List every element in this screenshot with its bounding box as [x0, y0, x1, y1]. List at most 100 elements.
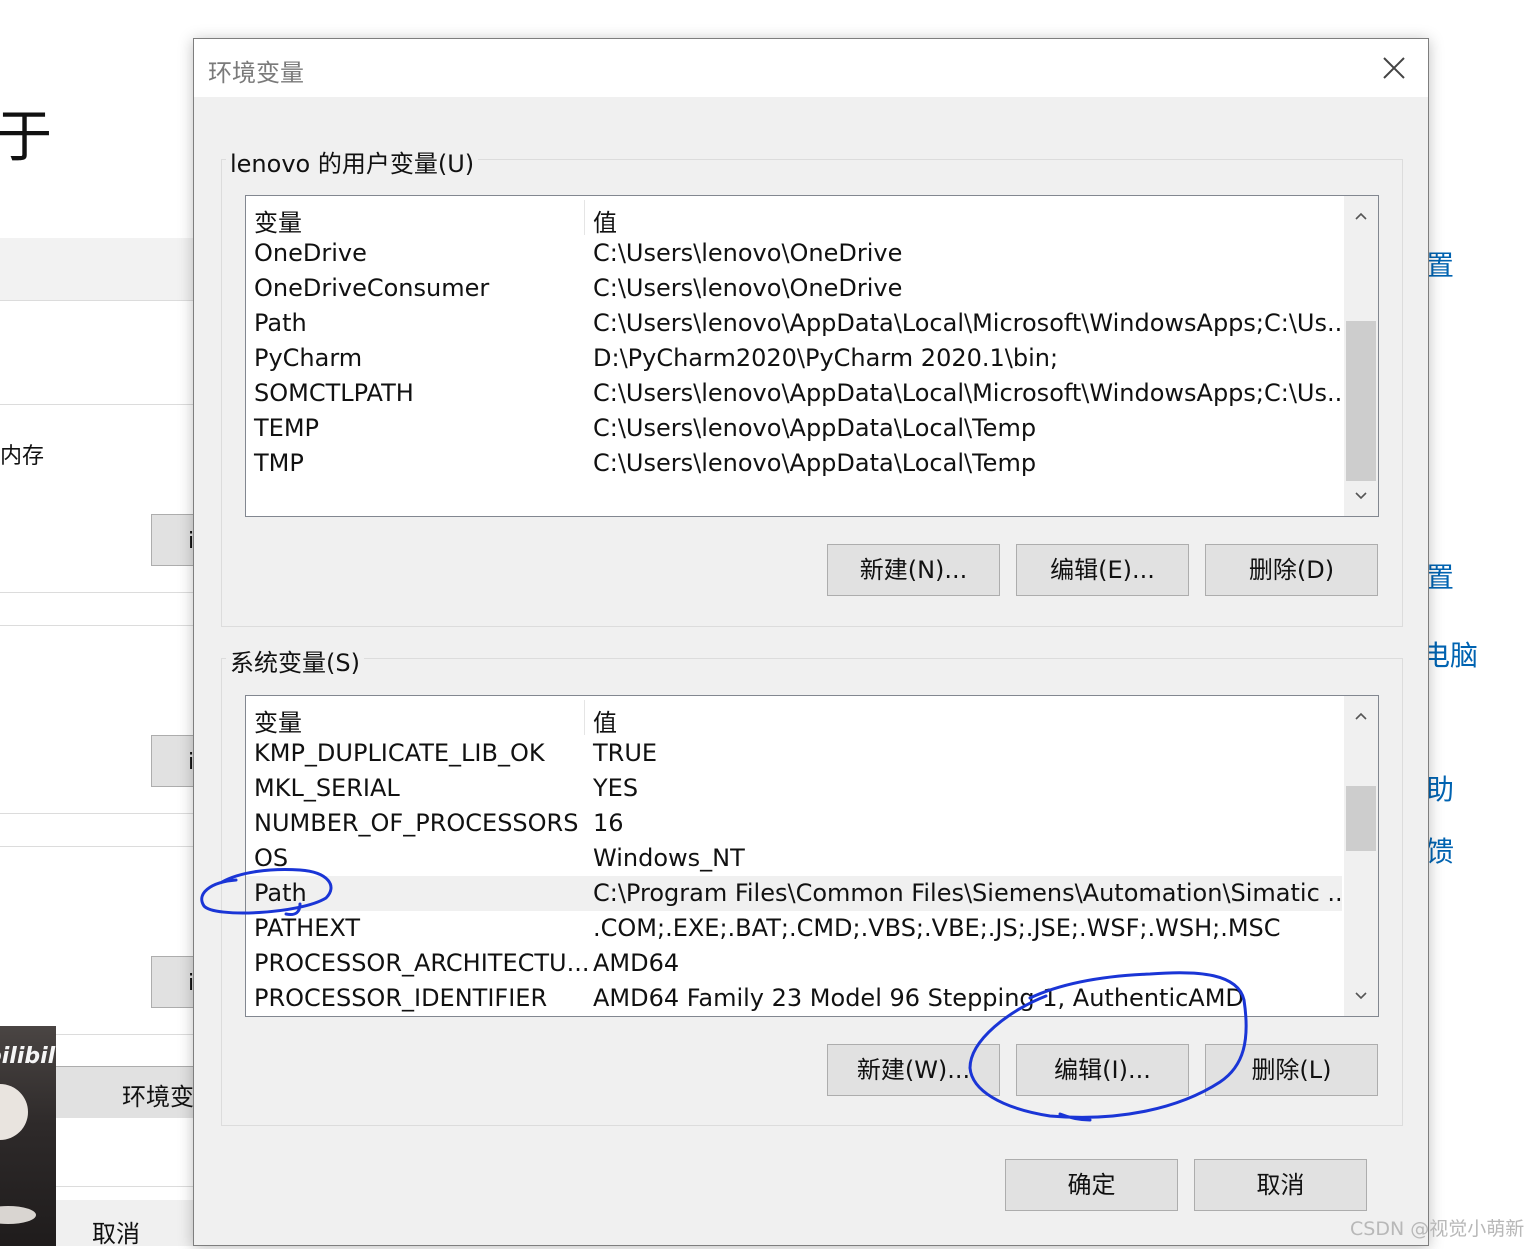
watermark: CSDN @视觉小萌新 — [1350, 1218, 1525, 1240]
divider — [0, 625, 196, 626]
column-divider[interactable] — [584, 200, 585, 235]
env-vars-dialog: 环境变量 lenovo 的用户变量(U) 变量 值 OneDrive C:\Us… — [193, 38, 1429, 1246]
table-row[interactable]: PROCESSOR_ARCHITECTU... AMD64 — [246, 946, 1342, 981]
table-row[interactable]: MKL_SERIAL YES — [246, 771, 1342, 806]
variable-value: C:\Users\lenovo\OneDrive — [593, 274, 903, 302]
variable-value: C:\Users\lenovo\AppData\Local\Temp — [593, 414, 1037, 442]
background-memory-label: 内存 — [0, 444, 45, 469]
divider — [0, 592, 196, 593]
variable-name: PyCharm — [254, 344, 363, 372]
variable-value: Windows_NT — [593, 844, 745, 872]
close-button[interactable] — [1360, 39, 1428, 97]
divider — [0, 813, 196, 814]
variable-name: MKL_SERIAL — [254, 774, 400, 802]
scroll-thumb[interactable] — [1346, 321, 1376, 481]
variable-value: D:\PyCharm2020\PyCharm 2020.1\bin; — [593, 344, 1059, 372]
vertical-scrollbar[interactable] — [1344, 196, 1378, 516]
table-row[interactable]: OneDriveConsumer C:\Users\lenovo\OneDriv… — [246, 271, 1342, 306]
divider — [0, 300, 196, 301]
user-variables-group: lenovo 的用户变量(U) 变量 值 OneDrive C:\Users\l… — [221, 144, 1403, 627]
system-variables-list[interactable]: 变量 值 KMP_DUPLICATE_LIB_OK TRUE MKL_SERIA… — [245, 695, 1379, 1017]
table-row[interactable]: Path C:\Users\lenovo\AppData\Local\Micro… — [246, 306, 1350, 341]
column-header-variable[interactable]: 变量 — [254, 703, 302, 738]
variable-value: C:\Users\lenovo\AppData\Local\Temp — [593, 449, 1037, 477]
system-edit-button[interactable]: 编辑(I)... — [1016, 1044, 1189, 1096]
right-link-feedback[interactable]: 馈 — [1426, 830, 1454, 870]
scroll-up-button[interactable] — [1344, 698, 1378, 734]
system-new-button[interactable]: 新建(W)... — [827, 1044, 1000, 1096]
divider — [0, 404, 196, 405]
variable-value: YES — [593, 774, 639, 802]
right-link-help[interactable]: 助 — [1426, 768, 1454, 808]
variable-name: OneDriveConsumer — [254, 274, 490, 302]
variable-name: OS — [254, 844, 289, 872]
background-title-fragment: 于 — [0, 105, 52, 170]
table-row[interactable]: OneDrive C:\Users\lenovo\OneDrive — [246, 236, 1342, 271]
scroll-down-button[interactable] — [1344, 478, 1378, 514]
user-edit-button[interactable]: 编辑(E)... — [1016, 544, 1189, 596]
variable-name: OneDrive — [254, 239, 367, 267]
background-band — [0, 238, 196, 300]
video-overlay-thumbnail: bilibili — [0, 1026, 56, 1246]
variable-name: PROCESSOR_ARCHITECTU... — [254, 949, 590, 977]
right-link-settings[interactable]: 置 — [1426, 244, 1454, 284]
table-row[interactable]: PROCESSOR_IDENTIFIER AMD64 Family 23 Mod… — [246, 981, 1342, 1016]
column-header-value[interactable]: 值 — [593, 703, 617, 738]
chevron-down-icon — [1355, 992, 1367, 1000]
system-variables-label: 系统变量(S) — [226, 643, 364, 678]
bilibili-logo: bilibili — [0, 1044, 56, 1069]
variable-value: C:\Users\lenovo\AppData\Local\Microsoft\… — [593, 309, 1350, 337]
ok-button[interactable]: 确定 — [1005, 1159, 1178, 1211]
variable-name: Path — [254, 309, 307, 337]
vertical-scrollbar[interactable] — [1344, 696, 1378, 1016]
variable-value: C:\Users\lenovo\AppData\Local\Microsoft\… — [593, 379, 1350, 407]
user-new-button[interactable]: 新建(N)... — [827, 544, 1000, 596]
table-row[interactable]: TMP C:\Users\lenovo\AppData\Local\Temp — [246, 446, 1342, 481]
video-figure — [0, 1084, 28, 1140]
background-cancel-button[interactable]: 取消 — [56, 1200, 202, 1248]
variable-value: C:\Program Files\Common Files\Siemens\Au… — [593, 879, 1351, 907]
chevron-down-icon — [1355, 492, 1367, 500]
video-figure — [0, 1206, 36, 1224]
user-delete-button[interactable]: 删除(D) — [1205, 544, 1378, 596]
table-row[interactable]: PATHEXT .COM;.EXE;.BAT;.CMD;.VBS;.VBE;.J… — [246, 911, 1342, 946]
column-header-variable[interactable]: 变量 — [254, 203, 302, 238]
variable-name: KMP_DUPLICATE_LIB_OK — [254, 739, 545, 767]
user-variables-label: lenovo 的用户变量(U) — [226, 144, 479, 179]
user-variables-list[interactable]: 变量 值 OneDrive C:\Users\lenovo\OneDrive O… — [245, 195, 1379, 517]
variable-name: TEMP — [254, 414, 320, 442]
background-env-vars-button[interactable]: 环境变 — [56, 1066, 202, 1118]
right-link-pc[interactable]: 电脑 — [1422, 634, 1478, 674]
list-header[interactable]: 变量 值 — [246, 700, 1342, 738]
column-divider[interactable] — [584, 700, 585, 735]
table-row[interactable]: SOMCTLPATH C:\Users\lenovo\AppData\Local… — [246, 376, 1350, 411]
cancel-button[interactable]: 取消 — [1194, 1159, 1367, 1211]
table-row[interactable]: KMP_DUPLICATE_LIB_OK TRUE — [246, 736, 1342, 771]
table-row[interactable]: NUMBER_OF_PROCESSORS 16 — [246, 806, 1342, 841]
variable-name: NUMBER_OF_PROCESSORS — [254, 809, 579, 837]
variable-name: PATHEXT — [254, 914, 361, 942]
table-row[interactable]: OS Windows_NT — [246, 841, 1342, 876]
dialog-titlebar: 环境变量 — [194, 39, 1428, 97]
table-row[interactable]: PyCharm D:\PyCharm2020\PyCharm 2020.1\bi… — [246, 341, 1342, 376]
right-link-settings-2[interactable]: 置 — [1426, 556, 1454, 596]
column-header-value[interactable]: 值 — [593, 203, 617, 238]
system-delete-button[interactable]: 删除(L) — [1205, 1044, 1378, 1096]
table-row-selected[interactable]: Path C:\Program Files\Common Files\Sieme… — [246, 876, 1350, 911]
scroll-up-button[interactable] — [1344, 198, 1378, 234]
close-icon — [1383, 57, 1405, 79]
variable-name: TMP — [254, 449, 304, 477]
variable-name: PROCESSOR_IDENTIFIER — [254, 984, 548, 1012]
chevron-up-icon — [1355, 212, 1367, 220]
variable-value: C:\Users\lenovo\OneDrive — [593, 239, 903, 267]
divider — [0, 846, 196, 847]
dialog-title: 环境变量 — [208, 59, 304, 87]
variable-name: Path — [254, 879, 307, 907]
scroll-thumb[interactable] — [1346, 786, 1376, 851]
table-row[interactable]: TEMP C:\Users\lenovo\AppData\Local\Temp — [246, 411, 1342, 446]
variable-name: SOMCTLPATH — [254, 379, 414, 407]
variable-value: AMD64 Family 23 Model 96 Stepping 1, Aut… — [593, 984, 1244, 1012]
scroll-down-button[interactable] — [1344, 978, 1378, 1014]
list-header[interactable]: 变量 值 — [246, 200, 1342, 238]
variable-value: 16 — [593, 809, 624, 837]
